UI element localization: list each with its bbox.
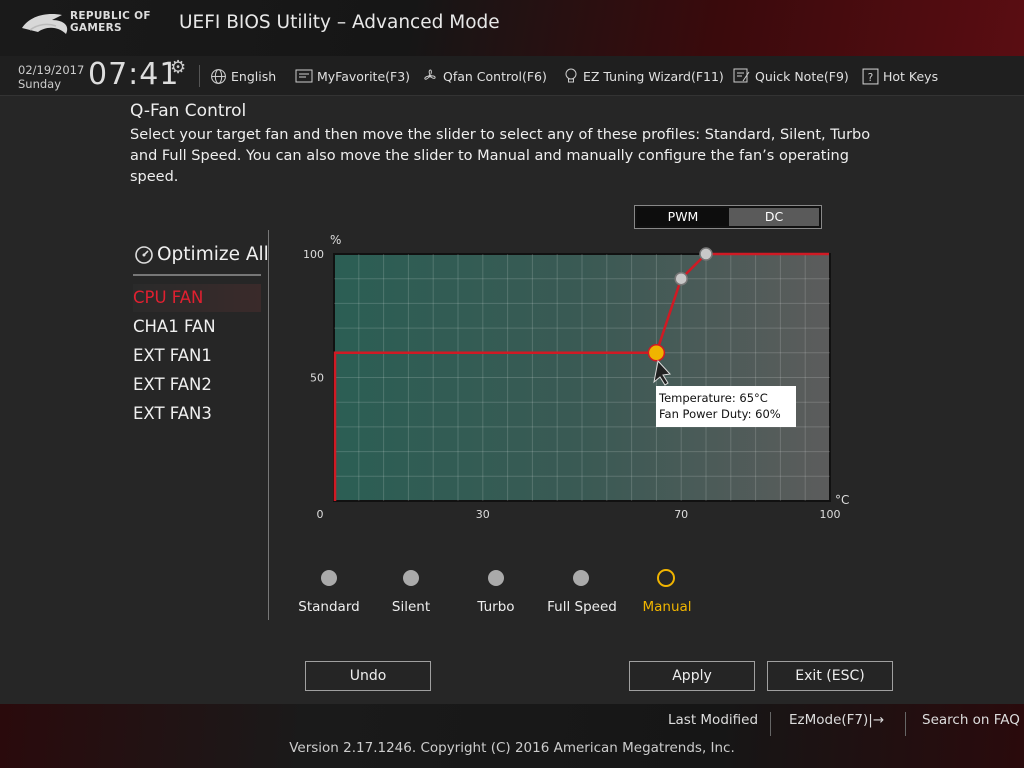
help-icon: ?: [862, 68, 879, 84]
undo-button[interactable]: Undo: [305, 661, 431, 691]
fan-icon: [424, 69, 436, 80]
version-text: Version 2.17.1246. Copyright (C) 2016 Am…: [289, 740, 735, 756]
profile-slider[interactable]: [296, 564, 696, 624]
mode-dc-button[interactable]: DC: [729, 208, 819, 226]
x-axis-label: °C: [835, 493, 849, 507]
x-tick-label: 100: [820, 508, 841, 521]
optimize-all-label: Optimize All: [157, 244, 269, 265]
favorite-icon: [295, 69, 313, 83]
profile-label-silent[interactable]: Silent: [392, 599, 430, 615]
note-icon: [733, 68, 750, 83]
gear-icon[interactable]: ⚙: [170, 57, 186, 78]
svg-text:?: ?: [868, 70, 874, 83]
y-tick-label: 100: [303, 248, 324, 261]
fan-item-ext-fan1[interactable]: EXT FAN1: [133, 342, 261, 370]
profile-label-full-speed[interactable]: Full Speed: [547, 599, 617, 615]
fan-item-ext-fan3[interactable]: EXT FAN3: [133, 400, 261, 428]
mode-toggle: PWM DC: [634, 205, 822, 229]
x-tick-label: 70: [674, 508, 688, 521]
profile-label-turbo[interactable]: Turbo: [477, 599, 514, 615]
page-title: Q-Fan Control: [130, 101, 247, 121]
x-tick-label: 30: [476, 508, 490, 521]
ez-tuning-button[interactable]: EZ Tuning Wizard(F11): [563, 56, 724, 96]
qfan-control-button[interactable]: Qfan Control(F6): [421, 56, 547, 96]
optimize-all-button[interactable]: Optimize All: [134, 244, 269, 265]
fan-curve-chart[interactable]: % °C 0 30 70 100 100 50: [300, 230, 860, 530]
profile-turbo-knob[interactable]: [488, 570, 504, 586]
profile-silent-knob[interactable]: [403, 570, 419, 586]
y-tick-label: 50: [310, 372, 324, 385]
brand-line1: REPUBLIC OF: [70, 10, 151, 22]
language-label: English: [231, 68, 277, 84]
fan-item-cha1-fan[interactable]: CHA1 FAN: [133, 313, 261, 341]
tooltip-duty: Fan Power Duty: 60%: [659, 407, 781, 421]
day-text: Sunday: [18, 77, 62, 91]
ezmode-button[interactable]: EzMode(F7)|→: [789, 712, 884, 728]
fan-item-ext-fan2[interactable]: EXT FAN2: [133, 371, 261, 399]
toolbar: 02/19/2017 Sunday 07:41 ⚙ English MyFavo…: [0, 56, 1024, 96]
hot-keys-label: Hot Keys: [883, 68, 939, 84]
app-title: UEFI BIOS Utility – Advanced Mode: [179, 12, 500, 33]
profile-label-standard[interactable]: Standard: [298, 599, 359, 615]
control-point[interactable]: [674, 271, 688, 286]
divider: [770, 712, 771, 736]
page-description: Select your target fan and then move the…: [130, 127, 871, 185]
title-bar: REPUBLIC OF GAMERS UEFI BIOS Utility – A…: [0, 0, 1024, 56]
fan-item-cpu-fan[interactable]: CPU FAN: [133, 284, 261, 312]
rog-brand-text: REPUBLIC OF GAMERS: [70, 10, 151, 34]
apply-button[interactable]: Apply: [629, 661, 755, 691]
panel-divider: [268, 230, 269, 620]
qfan-label: Qfan Control(F6): [443, 68, 547, 84]
search-faq-button[interactable]: Search on FAQ: [922, 712, 1020, 728]
profile-label-manual[interactable]: Manual: [642, 599, 691, 615]
divider: [199, 65, 200, 87]
date-block: 02/19/2017 Sunday: [18, 63, 84, 91]
gauge-icon: [135, 245, 153, 264]
active-control-point[interactable]: [647, 344, 666, 362]
x-tick-label: 0: [317, 508, 324, 521]
chart-tooltip: Temperature: 65°C Fan Power Duty: 60%: [656, 386, 796, 427]
quick-note-button[interactable]: Quick Note(F9): [733, 56, 849, 96]
last-modified-button[interactable]: Last Modified: [668, 712, 758, 728]
hot-keys-button[interactable]: ? Hot Keys: [862, 56, 938, 96]
y-axis-label: %: [330, 233, 341, 247]
date-text: 02/19/2017: [18, 63, 85, 77]
profile-standard-knob[interactable]: [321, 570, 337, 586]
lightbulb-icon: [565, 68, 577, 83]
mode-pwm-button[interactable]: PWM: [637, 208, 729, 226]
myfavorite-label: MyFavorite(F3): [317, 68, 411, 84]
brand-line2: GAMERS: [70, 22, 122, 34]
myfavorite-button[interactable]: MyFavorite(F3): [295, 56, 410, 96]
quick-note-label: Quick Note(F9): [755, 68, 849, 84]
exit-button[interactable]: Exit (ESC): [767, 661, 893, 691]
control-point[interactable]: [699, 247, 713, 261]
language-button[interactable]: English: [210, 56, 276, 96]
clock[interactable]: 07:41: [88, 57, 179, 92]
profile-full-speed-knob[interactable]: [573, 570, 589, 586]
tooltip-temperature: Temperature: 65°C: [659, 391, 768, 405]
ez-tuning-label: EZ Tuning Wizard(F11): [583, 68, 724, 84]
divider: [133, 274, 261, 276]
divider: [905, 712, 906, 736]
globe-icon: [211, 68, 226, 84]
chart-grid: [334, 254, 830, 501]
